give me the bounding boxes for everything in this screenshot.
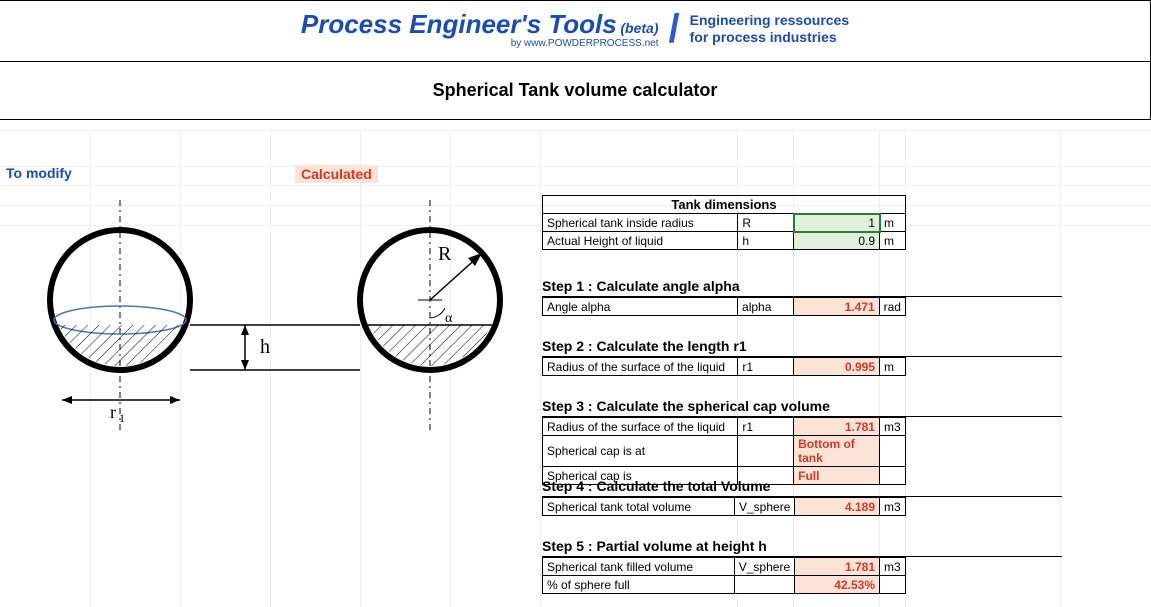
brand-title: Process Engineer's Tools xyxy=(301,9,617,39)
dim-sym: h xyxy=(738,232,794,250)
row-unit: m3 xyxy=(879,418,905,436)
legend-to-modify: To modify xyxy=(6,165,72,181)
label-h: h xyxy=(260,336,270,358)
row-unit: rad xyxy=(879,298,905,316)
step-section: Step 2 : Calculate the length r1Radius o… xyxy=(542,336,1062,376)
row-value: 1.781 xyxy=(794,418,880,436)
dim-label: Actual Height of liquid xyxy=(543,232,738,250)
row-sym: r1 xyxy=(738,418,794,436)
brand-beta: (beta) xyxy=(620,20,658,36)
row-sym xyxy=(738,436,794,467)
header-band: Process Engineer's Tools (beta) by www.P… xyxy=(0,0,1151,62)
row-label: Spherical cap is at xyxy=(543,436,738,467)
table-row: Spherical cap is at Bottom of tank xyxy=(543,436,906,467)
input-height[interactable]: 0.9 xyxy=(794,232,880,250)
row-sym: r1 xyxy=(738,358,794,376)
input-radius[interactable]: 1 xyxy=(794,214,880,232)
row-value: Bottom of tank xyxy=(794,436,880,467)
dimensions-header: Tank dimensions xyxy=(542,195,906,213)
table-row: Actual Height of liquid h 0.9 m xyxy=(543,232,906,250)
row-unit: m3 xyxy=(880,498,906,516)
row-label: % of sphere full xyxy=(543,576,735,594)
dim-unit: m xyxy=(880,214,906,232)
row-value: 1.471 xyxy=(793,298,879,316)
tagline-line2: for process industries xyxy=(690,29,850,47)
dim-label: Spherical tank inside radius xyxy=(543,214,738,232)
table-row: % of sphere full 42.53% xyxy=(543,576,906,594)
step-section: Step 1 : Calculate angle alphaAngle alph… xyxy=(542,276,1062,316)
tank-diagram: r 1 h R α xyxy=(20,200,540,430)
row-label: Spherical tank filled volume xyxy=(543,558,735,576)
table-row: Radius of the surface of the liquidr11.7… xyxy=(543,418,906,436)
table-row: Spherical tank inside radius R 1 m xyxy=(543,214,906,232)
step-section: Step 3 : Calculate the spherical cap vol… xyxy=(542,396,1062,485)
step-title: Step 1 : Calculate angle alpha xyxy=(542,276,1062,297)
row-unit: m xyxy=(880,358,906,376)
step-title: Step 3 : Calculate the spherical cap vol… xyxy=(542,396,1062,417)
dim-unit: m xyxy=(880,232,906,250)
row-value: 1.781 xyxy=(795,558,880,576)
label-alpha: α xyxy=(445,311,453,326)
tagline-line1: Engineering ressources xyxy=(690,12,850,30)
row-label: Spherical tank total volume xyxy=(543,498,735,516)
label-r1: r xyxy=(110,402,116,422)
legend-calculated: Calculated xyxy=(295,165,378,183)
row-label: Radius of the surface of the liquid xyxy=(543,418,738,436)
row-label: Radius of the surface of the liquid xyxy=(543,358,738,376)
row-value: 42.53% xyxy=(795,576,880,594)
tank-dimensions: Tank dimensions Spherical tank inside ra… xyxy=(542,195,1062,250)
row-unit: m3 xyxy=(880,558,906,576)
brand-subtitle: by www.POWDERPROCESS.net xyxy=(301,38,659,49)
tagline: Engineering ressources for process indus… xyxy=(690,12,850,47)
row-sym: V_sphere xyxy=(735,498,795,516)
label-R: R xyxy=(438,243,452,265)
row-sym: V_sphere xyxy=(734,558,794,576)
step-title: Step 5 : Partial volume at height h xyxy=(542,536,1062,557)
row-sym: alpha xyxy=(738,298,794,316)
step-section: Step 5 : Partial volume at height hSpher… xyxy=(542,536,1062,594)
page-title: Spherical Tank volume calculator xyxy=(0,62,1151,120)
step-title: Step 4 : Calculate the total Volume xyxy=(542,476,1062,497)
row-unit xyxy=(880,576,906,594)
table-row: Spherical tank filled volumeV_sphere1.78… xyxy=(543,558,906,576)
table-row: Angle alphaalpha1.471rad xyxy=(543,298,906,316)
slash-divider: / xyxy=(669,13,680,45)
row-value: 0.995 xyxy=(794,358,880,376)
table-row: Radius of the surface of the liquidr10.9… xyxy=(543,358,906,376)
label-r1-sub: 1 xyxy=(119,411,125,425)
step-title: Step 2 : Calculate the length r1 xyxy=(542,336,1062,357)
row-label: Angle alpha xyxy=(543,298,738,316)
step-section: Step 4 : Calculate the total VolumeSpher… xyxy=(542,476,1062,516)
row-sym xyxy=(734,576,794,594)
row-unit xyxy=(879,436,905,467)
row-value: 4.189 xyxy=(795,498,880,516)
dim-sym: R xyxy=(738,214,794,232)
table-row: Spherical tank total volumeV_sphere4.189… xyxy=(543,498,906,516)
